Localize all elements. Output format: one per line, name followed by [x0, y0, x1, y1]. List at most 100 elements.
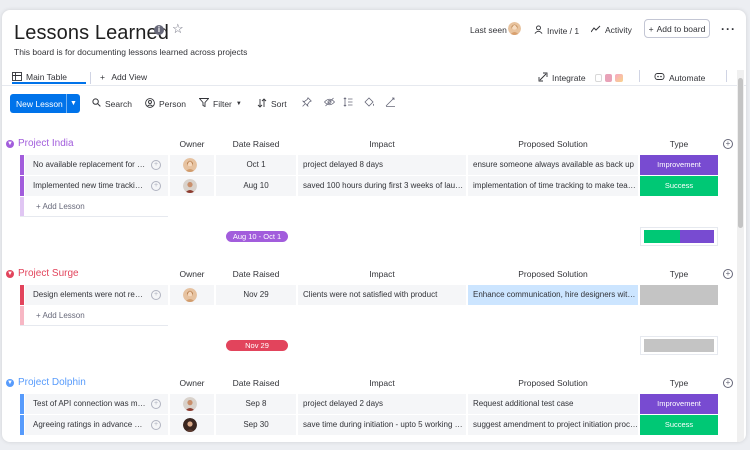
add-update-icon[interactable]: + [151, 420, 161, 430]
person-filter-button[interactable]: Person [145, 98, 186, 110]
scrollbar-thumb[interactable] [738, 78, 743, 228]
divider [726, 70, 727, 82]
impact-cell[interactable]: project delayed 2 days [298, 394, 466, 414]
proposed-solution-cell[interactable]: ensure someone always available as back … [468, 155, 638, 175]
lesson-name-cell[interactable]: No available replacement for IT ... [25, 155, 168, 175]
integrate-icon [538, 72, 548, 84]
automate-button[interactable]: Automate [654, 72, 705, 83]
column-header-owner[interactable]: Owner [170, 378, 214, 388]
chevron-down-icon[interactable]: ▼ [6, 378, 14, 387]
lesson-name-cell[interactable]: Implemented new time tracking ... [25, 176, 168, 196]
filter-label: Filter [213, 98, 232, 109]
activity-label: Activity [605, 25, 632, 35]
column-header-type[interactable]: Type [640, 139, 718, 149]
info-icon[interactable]: i [154, 25, 164, 35]
invite-button[interactable]: Invite / 1 [534, 25, 579, 36]
lesson-name-cell[interactable]: Design elements were not receiv... [25, 285, 168, 305]
new-lesson-button[interactable]: New Lesson ▼ [10, 94, 80, 113]
last-seen-avatar[interactable] [508, 22, 521, 35]
type-status-success[interactable]: Success [640, 415, 718, 435]
type-status-empty[interactable] [640, 285, 718, 305]
group-color-bar [20, 285, 24, 305]
add-column-icon[interactable]: + [723, 269, 733, 279]
column-header-owner[interactable]: Owner [170, 269, 214, 279]
star-icon[interactable]: ☆ [172, 21, 184, 37]
proposed-solution-cell[interactable]: Request additional test case [468, 394, 638, 414]
proposed-solution-cell[interactable]: implementation of time tracking to make … [468, 176, 638, 196]
avatar[interactable] [183, 418, 197, 432]
group-title-project-surge[interactable]: ▼ Project Surge [6, 268, 79, 279]
date-raised-cell[interactable]: Nov 29 [216, 285, 296, 305]
format-icon[interactable] [385, 97, 396, 110]
add-lesson-input[interactable]: + Add Lesson [20, 306, 168, 326]
add-update-icon[interactable]: + [151, 160, 161, 170]
type-status-improvement[interactable]: Improvement [640, 394, 718, 414]
impact-cell[interactable]: Clients were not satisfied with product [298, 285, 466, 305]
chevron-down-icon[interactable]: ▼ [6, 139, 14, 148]
integrate-button[interactable]: Integrate [538, 72, 623, 84]
search-icon [92, 98, 101, 109]
person-label: Person [159, 99, 186, 109]
column-header-date-raised[interactable]: Date Raised [216, 269, 296, 279]
activity-button[interactable]: Activity [590, 25, 632, 35]
date-raised-cell[interactable]: Sep 30 [216, 415, 296, 435]
chevron-down-icon[interactable]: ▼ [66, 94, 80, 113]
more-options-icon[interactable]: ··· [721, 22, 736, 36]
board-window: Lessons Learned i ☆ Last seen Invite / 1… [2, 10, 746, 442]
type-status-improvement[interactable]: Improvement [640, 155, 718, 175]
column-header-date-raised[interactable]: Date Raised [216, 139, 296, 149]
group-name: Project Surge [18, 268, 79, 279]
column-header-owner[interactable]: Owner [170, 139, 214, 149]
column-header-type[interactable]: Type [640, 269, 718, 279]
color-fill-icon[interactable] [364, 97, 375, 110]
add-to-board-label: Add to board [656, 23, 706, 34]
chevron-down-icon[interactable]: ▼ [6, 269, 14, 278]
column-header-impact[interactable]: Impact [298, 378, 466, 388]
summary-bar-empty [644, 339, 714, 352]
impact-cell[interactable]: save time during initiation - upto 5 wor… [298, 415, 466, 435]
add-column-icon[interactable]: + [723, 378, 733, 388]
avatar[interactable] [183, 158, 197, 172]
summary-bar-improvement [680, 230, 714, 243]
board-title[interactable]: Lessons Learned [14, 22, 169, 45]
add-view-button[interactable]: + Add View [100, 72, 147, 82]
row-height-icon[interactable] [343, 97, 353, 110]
search-button[interactable]: Search [92, 98, 132, 109]
sort-button[interactable]: Sort [257, 98, 287, 110]
column-header-proposed-solution[interactable]: Proposed Solution [468, 139, 638, 149]
date-raised-cell[interactable]: Aug 10 [216, 176, 296, 196]
group-title-project-india[interactable]: ▼ Project India [6, 138, 74, 149]
filter-button[interactable]: Filter ▼ [198, 98, 242, 109]
column-header-type[interactable]: Type [640, 378, 718, 388]
column-header-impact[interactable]: Impact [298, 269, 466, 279]
hide-icon[interactable] [323, 97, 336, 110]
integration-app-icons [594, 74, 623, 82]
add-update-icon[interactable]: + [151, 290, 161, 300]
app-icon [594, 74, 602, 82]
add-update-icon[interactable]: + [151, 399, 161, 409]
impact-cell[interactable]: saved 100 hours during first 3 weeks of … [298, 176, 466, 196]
column-header-proposed-solution[interactable]: Proposed Solution [468, 378, 638, 388]
add-column-icon[interactable]: + [723, 139, 733, 149]
last-seen-label[interactable]: Last seen [470, 25, 507, 35]
add-lesson-input[interactable]: + Add Lesson [20, 197, 168, 217]
column-header-date-raised[interactable]: Date Raised [216, 378, 296, 388]
column-header-proposed-solution[interactable]: Proposed Solution [468, 269, 638, 279]
pin-icon[interactable] [301, 97, 312, 110]
lesson-name-cell[interactable]: Agreeing ratings in advance avoi... [25, 415, 168, 435]
add-update-icon[interactable]: + [151, 181, 161, 191]
date-raised-cell[interactable]: Oct 1 [216, 155, 296, 175]
avatar[interactable] [183, 288, 197, 302]
person-circle-icon [145, 98, 155, 110]
type-status-success[interactable]: Success [640, 176, 718, 196]
lesson-name-cell[interactable]: Test of API connection was miss... [25, 394, 168, 414]
avatar[interactable] [183, 179, 197, 193]
add-to-board-button[interactable]: + Add to board [644, 19, 710, 38]
group-title-project-dolphin[interactable]: ▼ Project Dolphin [6, 377, 86, 388]
column-header-impact[interactable]: Impact [298, 139, 466, 149]
date-raised-cell[interactable]: Sep 8 [216, 394, 296, 414]
proposed-solution-cell[interactable]: Enhance communication, hire designers wi… [468, 285, 638, 305]
impact-cell[interactable]: project delayed 8 days [298, 155, 466, 175]
avatar[interactable] [183, 397, 197, 411]
proposed-solution-cell[interactable]: suggest amendment to project initiation … [468, 415, 638, 435]
